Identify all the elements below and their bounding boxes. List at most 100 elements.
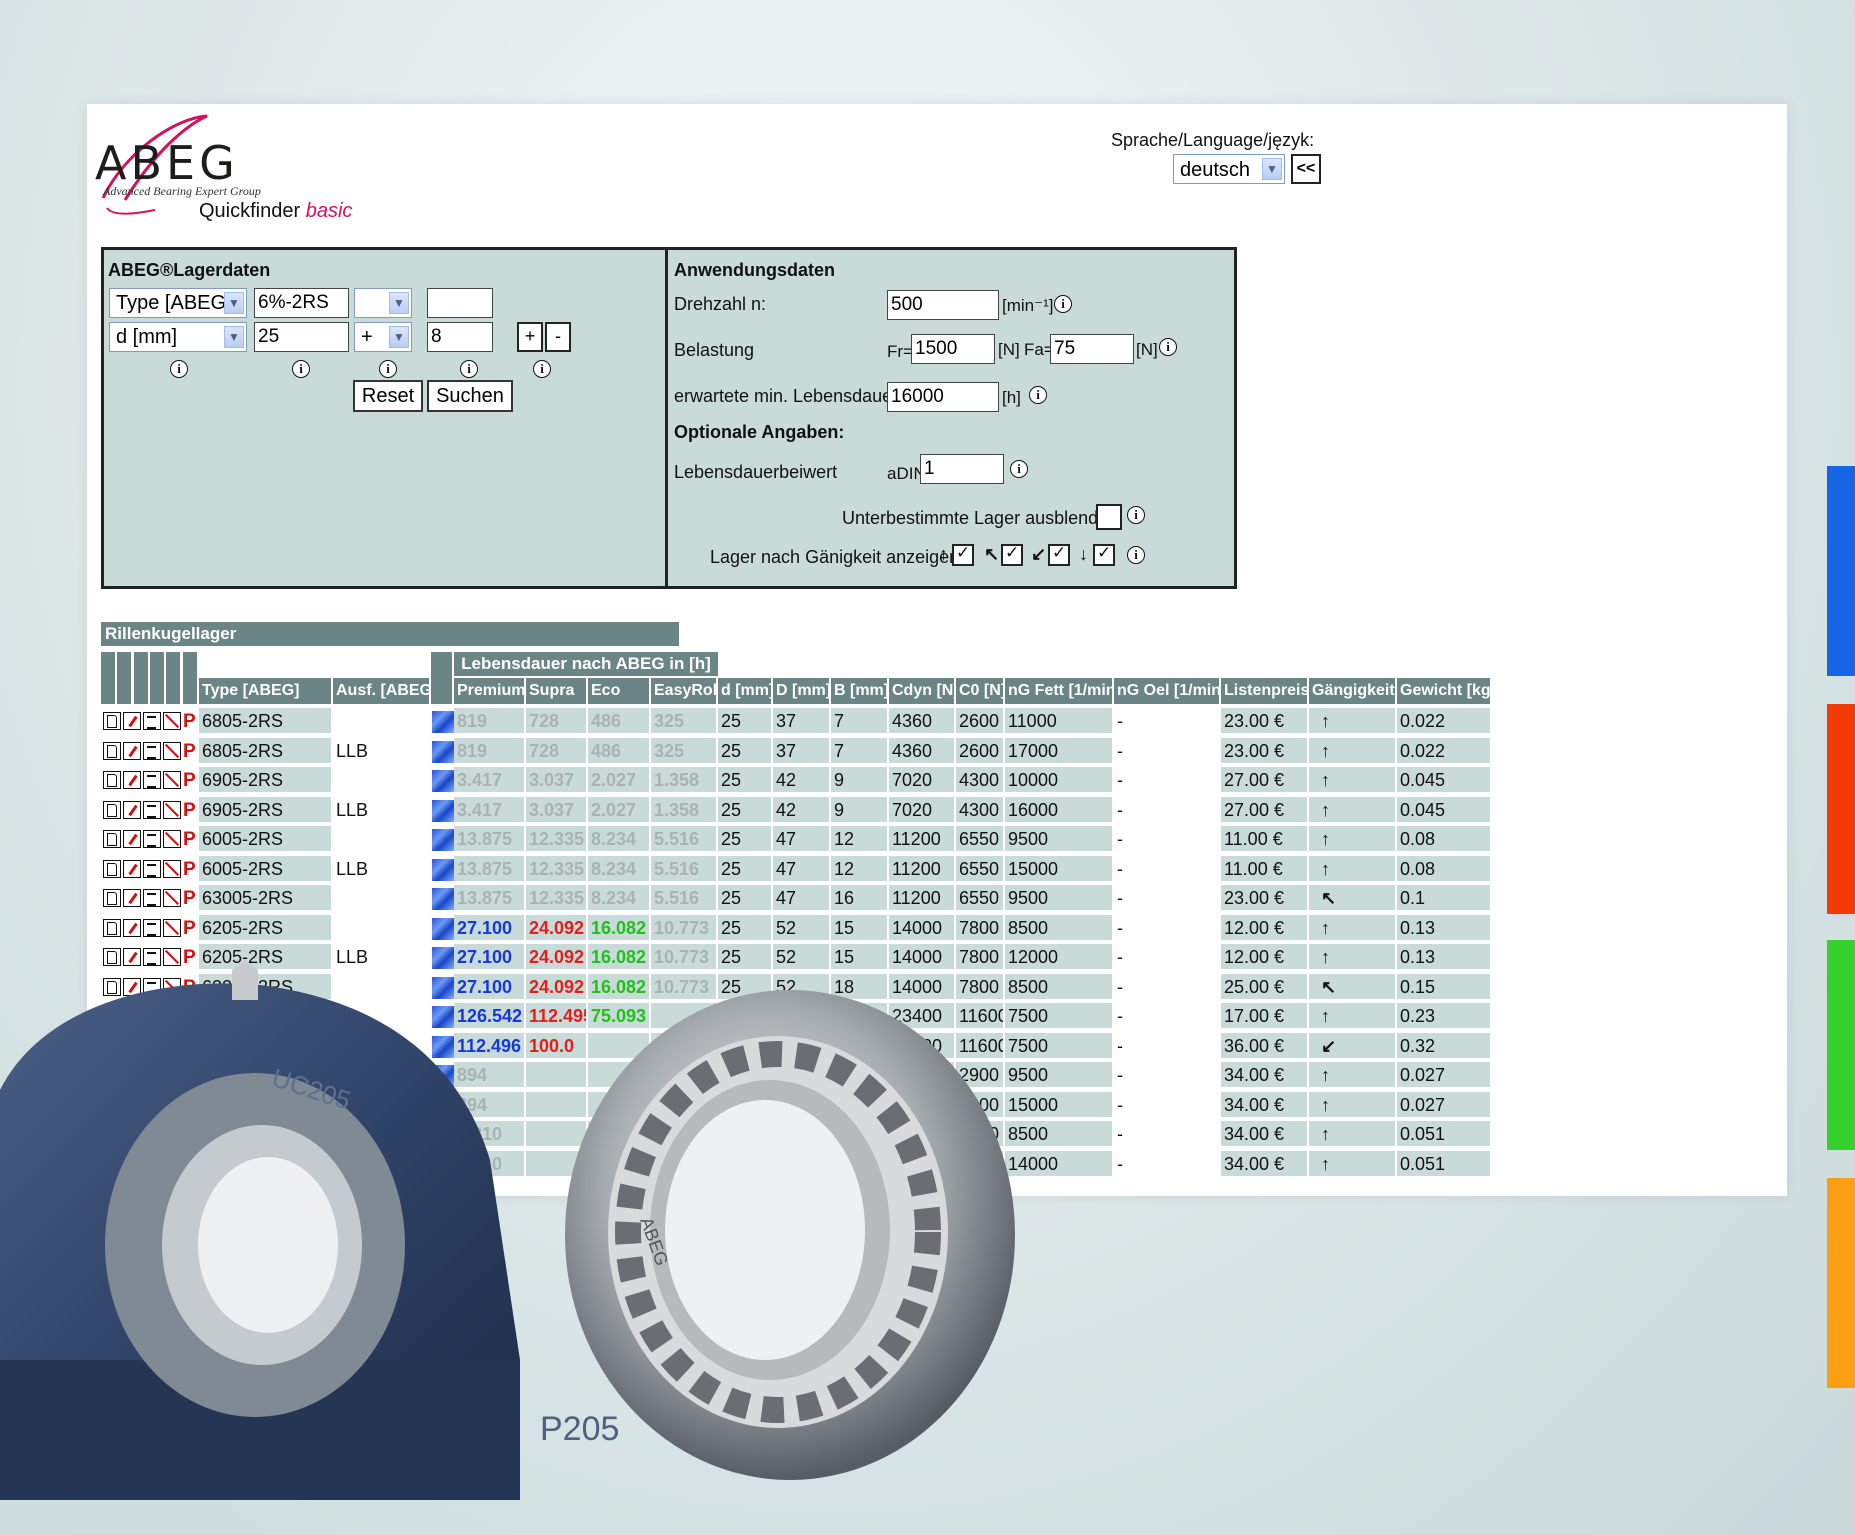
datasheet-icon[interactable] <box>103 1036 121 1055</box>
edit-icon[interactable] <box>123 1125 141 1143</box>
edit-icon[interactable] <box>123 889 141 907</box>
product-link-icon[interactable]: P <box>183 738 196 765</box>
table-cell-type[interactable]: 6806-2RS <box>199 1091 333 1119</box>
fa-input[interactable]: 75 <box>1050 334 1134 364</box>
datasheet-icon[interactable] <box>103 1095 121 1114</box>
table-cell-type[interactable]: 6005-2RS <box>199 826 333 853</box>
product-link-icon[interactable]: P <box>183 1003 196 1030</box>
datasheet-icon[interactable] <box>103 977 121 996</box>
table-cell-type[interactable]: 6905-2RS <box>199 796 333 824</box>
calculator-icon[interactable] <box>432 1035 454 1058</box>
table-cell-type[interactable]: 6805-2RS <box>199 708 333 735</box>
details-icon[interactable] <box>143 1066 161 1084</box>
edit-icon[interactable] <box>123 948 141 966</box>
language-select[interactable]: deutsch ▼ <box>1173 154 1285 184</box>
column-header[interactable]: EasyRoll <box>651 678 718 704</box>
calculator-icon[interactable] <box>432 976 454 999</box>
info-icon[interactable]: i <box>1159 338 1177 356</box>
table-row[interactable]: P 6806-2RS 894 30 42 7 4490 2900 9500-34.00 € ↑ 0.… <box>101 1062 1746 1089</box>
info-icon[interactable]: i <box>170 360 188 378</box>
edit-icon[interactable] <box>123 859 141 878</box>
datasheet-icon[interactable] <box>103 1125 121 1143</box>
table-row[interactable]: P 6205-2RS LLB 27.100 24.092 16.082 10.773 25 52… <box>101 944 1746 971</box>
compare-icon[interactable] <box>163 1095 181 1114</box>
compare-icon[interactable] <box>163 771 181 789</box>
calculator-icon[interactable] <box>432 888 454 910</box>
calculator-icon[interactable] <box>432 1094 454 1117</box>
calculator-icon[interactable] <box>432 1153 454 1176</box>
movement-downleft-checkbox[interactable] <box>1048 543 1070 566</box>
table-cell-type[interactable]: 6905-2RS <box>199 767 333 794</box>
factor-input[interactable]: 1 <box>920 454 1004 484</box>
datasheet-icon[interactable] <box>103 859 121 878</box>
calculator-icon[interactable] <box>432 799 454 822</box>
info-icon[interactable]: i <box>379 360 397 378</box>
table-row[interactable]: P 6905-2RS LLB 3.417 3.037 2.027 1.358 25 42 9 702… <box>101 796 1746 824</box>
compare-icon[interactable] <box>163 948 181 966</box>
table-row[interactable]: P 6005-2RS LLB 13.875 12.335 8.234 5.516 25 47 12… <box>101 855 1746 883</box>
compare-icon[interactable] <box>163 1066 181 1084</box>
product-link-icon[interactable]: P <box>183 974 196 1001</box>
compare-icon[interactable] <box>163 1007 181 1025</box>
type-input[interactable]: 6%-2RS <box>254 288 349 318</box>
product-link-icon[interactable]: P <box>183 1151 196 1178</box>
details-icon[interactable] <box>143 741 161 760</box>
compare-icon[interactable] <box>163 977 181 996</box>
movement-down-checkbox[interactable] <box>1093 543 1115 566</box>
datasheet-icon[interactable] <box>103 800 121 819</box>
column-header[interactable]: D [mm] <box>773 678 831 704</box>
fr-input[interactable]: 1500 <box>911 334 995 364</box>
calculator-icon[interactable] <box>432 829 454 851</box>
column-header[interactable]: Type [ABEG] <box>199 678 333 704</box>
dimension-select[interactable]: d [mm] ▼ <box>109 322 247 352</box>
datasheet-icon[interactable] <box>103 1066 121 1084</box>
calculator-icon[interactable] <box>432 947 454 969</box>
column-header[interactable]: Gewicht [kg] <box>1397 678 1492 704</box>
calculator-icon[interactable] <box>432 1124 454 1146</box>
table-cell-type[interactable]: 62205-2RS <box>199 973 333 1001</box>
speed-input[interactable]: 500 <box>887 290 999 320</box>
column-header[interactable]: B [mm] <box>831 678 889 704</box>
product-link-icon[interactable]: P <box>183 944 196 971</box>
table-row[interactable]: P 63005-2RS 13.875 12.335 8.234 5.516 25 47 16 11… <box>101 885 1746 912</box>
product-link-icon[interactable]: P <box>183 826 196 853</box>
product-link-icon[interactable]: P <box>183 767 196 794</box>
table-cell-type[interactable]: 6906-2RS <box>199 1150 333 1178</box>
details-icon[interactable] <box>143 712 161 730</box>
column-header[interactable]: Ausf. [ABEG] <box>333 678 431 704</box>
chevron-down-icon[interactable]: ▼ <box>389 292 409 314</box>
chevron-down-icon[interactable]: ▼ <box>224 326 244 348</box>
info-icon[interactable]: i <box>1127 506 1145 524</box>
calculator-icon[interactable] <box>432 711 454 733</box>
details-icon[interactable] <box>143 1007 161 1025</box>
product-link-icon[interactable]: P <box>183 708 196 735</box>
details-icon[interactable] <box>143 830 161 848</box>
search-button[interactable]: Suchen <box>427 380 513 412</box>
details-icon[interactable] <box>143 800 161 819</box>
compare-icon[interactable] <box>163 859 181 878</box>
table-cell-type[interactable]: 62305-2RS <box>199 1032 333 1060</box>
edit-icon[interactable] <box>123 1154 141 1173</box>
table-row[interactable]: P 62205-2RS 27.100 24.092 16.082 10.773 25 52 18… <box>101 973 1746 1001</box>
datasheet-icon[interactable] <box>103 889 121 907</box>
tolerance-input[interactable]: 8 <box>427 322 493 352</box>
edit-icon[interactable] <box>123 1095 141 1114</box>
hide-checkbox[interactable] <box>1096 504 1122 530</box>
column-header[interactable]: nG Fett [1/min] <box>1005 678 1114 704</box>
column-header[interactable]: Eco <box>588 678 651 704</box>
info-icon[interactable]: i <box>1127 546 1145 564</box>
table-cell-type[interactable]: 6805-2RS <box>199 737 333 765</box>
table-row[interactable]: P 6805-2RS LLB 819 728 486 325 25 37 7 4360 2600 170… <box>101 737 1746 765</box>
dimension-operator-select[interactable]: + ▼ <box>354 322 412 352</box>
info-icon[interactable]: i <box>1010 460 1028 478</box>
table-row[interactable]: P 6906-2RS 3.810 30 47 9 7280 4550 8500-34.00 € ↑… <box>101 1121 1746 1148</box>
compare-icon[interactable] <box>163 1125 181 1143</box>
edit-icon[interactable] <box>123 800 141 819</box>
table-cell-type[interactable]: 6205-2RS <box>199 944 333 971</box>
table-cell-type[interactable]: 6906-2RS <box>199 1121 333 1148</box>
table-row[interactable]: P 6005-2RS 13.875 12.335 8.234 5.516 25 47 12 112… <box>101 826 1746 853</box>
column-header[interactable]: Gängigkeit <box>1309 678 1397 704</box>
add-criterion-button[interactable]: + <box>517 322 543 352</box>
compare-icon[interactable] <box>163 918 181 937</box>
movement-upleft-checkbox[interactable] <box>1001 543 1023 566</box>
